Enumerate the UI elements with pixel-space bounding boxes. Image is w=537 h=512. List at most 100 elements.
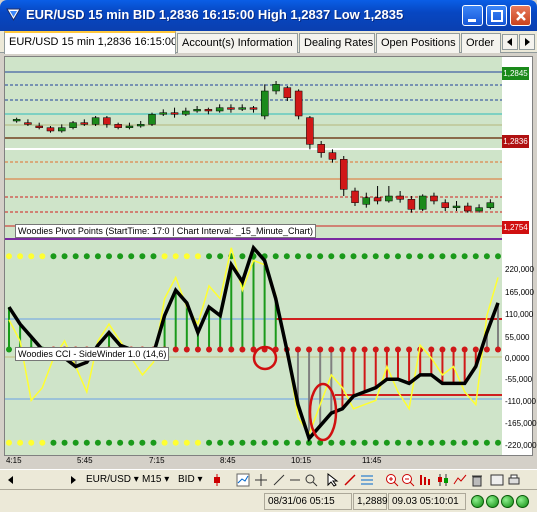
chart-toolbar: EUR/USD ▾ M15 ▾ BID ▾ (0, 469, 537, 489)
window-titlebar[interactable]: EUR/USD 15 min BID 1,2836 16:15:00 High … (0, 0, 537, 31)
scroll-right-icon[interactable] (66, 473, 80, 487)
sidewinder-dot (39, 439, 46, 446)
sidewinder-dot (50, 253, 57, 260)
candle-body (159, 112, 168, 115)
connection-status-icon (471, 495, 484, 508)
sidewinder-dot (461, 346, 468, 353)
candle-body (317, 144, 325, 153)
maximize-button[interactable] (486, 5, 507, 26)
sidewinder-dot (417, 439, 424, 446)
draw-line-icon[interactable] (343, 473, 357, 487)
time-axis: 4:15 5:45 7:15 8:45 10:15 11:45 (4, 456, 533, 468)
tab-scroll-right-button[interactable] (519, 34, 535, 50)
sidewinder-dot (94, 439, 101, 446)
sidewinder-dot (450, 346, 457, 353)
sidewinder-dot (206, 439, 213, 446)
sidewinder-dot (6, 253, 12, 260)
sidewinder-dot (294, 253, 301, 260)
candle-body (136, 124, 145, 127)
sidewinder-dot (172, 439, 179, 446)
sidewinder-dot (261, 439, 268, 446)
price-type-dropdown[interactable]: BID ▾ (178, 472, 202, 488)
sidewinder-dot (272, 253, 279, 260)
timeframe-dropdown[interactable]: M15 ▾ (142, 472, 169, 488)
sidewinder-dot (17, 439, 24, 446)
sidewinder-dot (294, 346, 301, 353)
sidewinder-dot (372, 439, 379, 446)
sidewinder-dot (72, 253, 79, 260)
tab-scroll-left-button[interactable] (502, 34, 518, 50)
candle-body (35, 125, 43, 128)
sidewinder-dot (94, 253, 101, 260)
candle-body (294, 90, 303, 117)
line-tool-icon[interactable] (272, 473, 286, 487)
indicators-icon[interactable] (236, 473, 250, 487)
sidewinder-dot (83, 439, 90, 446)
sidewinder-dot (183, 346, 190, 353)
fibonacci-icon[interactable] (360, 473, 374, 487)
candle-body (385, 195, 393, 202)
chart-type-icon[interactable] (210, 473, 224, 487)
zoom-out-icon[interactable] (401, 473, 415, 487)
ray-tool-icon[interactable] (288, 473, 302, 487)
trash-icon[interactable] (470, 473, 484, 487)
print-icon[interactable] (507, 473, 521, 487)
cci-axis-label: -165,000 (505, 419, 537, 428)
tab-chart[interactable]: EUR/USD 15 min 1,2836 16:15:00 (4, 31, 176, 54)
candle-body (351, 190, 359, 203)
candle-body (227, 107, 235, 110)
cci-axis-label: 55,000 (505, 333, 530, 342)
sidewinder-dot (28, 253, 35, 260)
sidewinder-dot (6, 346, 12, 353)
candle-body (148, 114, 156, 125)
sidewinder-dot (106, 253, 113, 260)
candle-body (215, 107, 224, 112)
sidewinder-dot (383, 346, 390, 353)
bar-chart-icon[interactable] (418, 473, 432, 487)
sidewinder-dot (350, 253, 357, 260)
sidewinder-dot (217, 439, 224, 446)
sidewinder-dot (172, 346, 179, 353)
sidewinder-dot (239, 346, 246, 353)
line-chart-icon[interactable] (453, 473, 467, 487)
tab-strip: EUR/USD 15 min 1,2836 16:15:00 Account(s… (0, 31, 537, 54)
sidewinder-dot (28, 439, 35, 446)
tab-dealing-rates[interactable]: Dealing Rates (299, 33, 375, 53)
status-left-time: 08/31/06 05:15 (264, 493, 352, 510)
tab-orders[interactable]: Order (461, 33, 501, 53)
candlestick-icon[interactable] (436, 473, 450, 487)
sidewinder-dot (206, 346, 213, 353)
scroll-left-icon[interactable] (4, 473, 18, 487)
sidewinder-dot (461, 439, 468, 446)
sidewinder-dot (161, 439, 168, 446)
price-tag-low: 1,2754 (502, 221, 529, 234)
sidewinder-dot (450, 439, 457, 446)
search-icon[interactable] (304, 473, 318, 487)
crosshair-icon[interactable] (254, 473, 268, 487)
tab-account-information[interactable]: Account(s) Information (177, 33, 298, 53)
cursor-icon[interactable] (326, 473, 340, 487)
sidewinder-dot (450, 253, 457, 260)
sidewinder-dot (194, 439, 201, 446)
tab-open-positions[interactable]: Open Positions (376, 33, 460, 53)
sidewinder-dot (194, 346, 201, 353)
minimize-button[interactable] (462, 5, 483, 26)
sidewinder-dot (328, 346, 335, 353)
sidewinder-dot (439, 346, 446, 353)
candle-body (58, 127, 66, 132)
sidewinder-dot (6, 439, 12, 446)
sidewinder-dot (339, 346, 346, 353)
candle-body (204, 109, 213, 112)
close-button[interactable] (510, 5, 531, 26)
cci-legend: Woodies CCI - SideWinder 1.0 (14,6) (15, 347, 170, 361)
zoom-in-icon[interactable] (385, 473, 399, 487)
sidewinder-dot (339, 439, 346, 446)
candle-body (418, 195, 427, 210)
sidewinder-dot (394, 346, 401, 353)
properties-icon[interactable] (490, 473, 504, 487)
chart-canvas[interactable] (5, 57, 532, 455)
time-label: 10:15 (291, 456, 312, 465)
chart-area[interactable]: 1,2845 1,2836 1,2754 Woodies Pivot Point… (4, 56, 537, 456)
symbol-dropdown[interactable]: EUR/USD ▾ (86, 472, 139, 488)
candle-body (328, 152, 337, 160)
